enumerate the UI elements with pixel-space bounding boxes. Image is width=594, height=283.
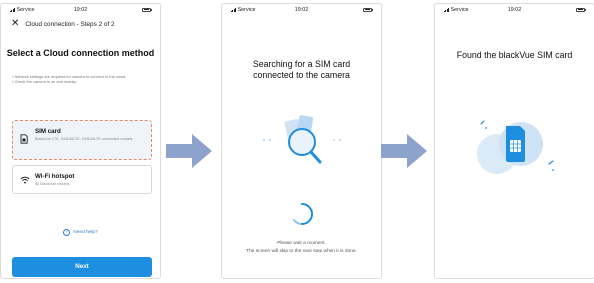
screen-found: Service 19:02 Found the blackVue SIM car… [434,3,594,279]
battery-icon [142,7,152,12]
searching-title: Searching for a SIM card connected to th… [222,59,381,81]
note-item: Check the camera is on and nearby. [12,79,152,84]
screen-select-method: Service 19:02 ✕ Cloud connection - Steps… [0,3,161,279]
sim-card-title: SIM card [35,128,61,135]
arrow-right-icon [381,134,427,168]
page-title: Select a Cloud connection method [6,48,155,58]
wifi-hotspot-subtitle: All BlackVue models [35,181,70,186]
close-icon[interactable]: ✕ [11,19,19,29]
nav-header: ✕ Cloud connection - Steps 2 of 2 [11,19,150,29]
next-button[interactable]: Next [12,257,152,277]
screen-searching: Service 19:02 Searching for a SIM card c… [221,3,382,279]
sim-card-found-icon [477,120,554,174]
status-bar: Service 19:02 [435,4,594,15]
found-title: Found the blackVue SIM card [456,50,573,60]
wait-detail: The screen will skip to the next step wh… [246,249,357,254]
need-help-label: Need help? [73,230,98,235]
sim-card-subtitle: BlackVue LTE, CM100LTE, CM100LTE connect… [35,136,133,141]
loading-spinner-icon [293,203,313,225]
wait-message: Please wait a moment. [277,241,326,246]
status-bar: Service 19:02 [1,4,160,15]
need-help-link[interactable]: ? Need help? [1,229,160,236]
wifi-hotspot-option[interactable]: Wi-Fi hotspot All BlackVue models [12,165,152,194]
sim-card-icon [20,131,28,149]
battery-icon [576,7,586,12]
status-bar: Service 19:02 [222,4,381,15]
battery-icon [363,7,373,12]
sim-card-option[interactable]: SIM card BlackVue LTE, CM100LTE, CM100LT… [12,120,152,160]
header-title: Cloud connection - Steps 2 of 2 [25,20,115,28]
wifi-icon [20,171,30,189]
wifi-hotspot-title: Wi-Fi hotspot [35,173,75,180]
status-time: 19:02 [294,7,309,13]
notes-list: Network settings are required for camera… [12,74,152,84]
searching-title-line2: connected to the camera [253,70,350,80]
status-time: 19:02 [507,7,522,13]
status-time: 19:02 [73,7,88,13]
searching-title-line1: Searching for a SIM card [252,59,351,69]
help-icon: ? [63,229,71,236]
magnifier-sim-icon [263,115,341,164]
arrow-right-icon [166,134,212,168]
